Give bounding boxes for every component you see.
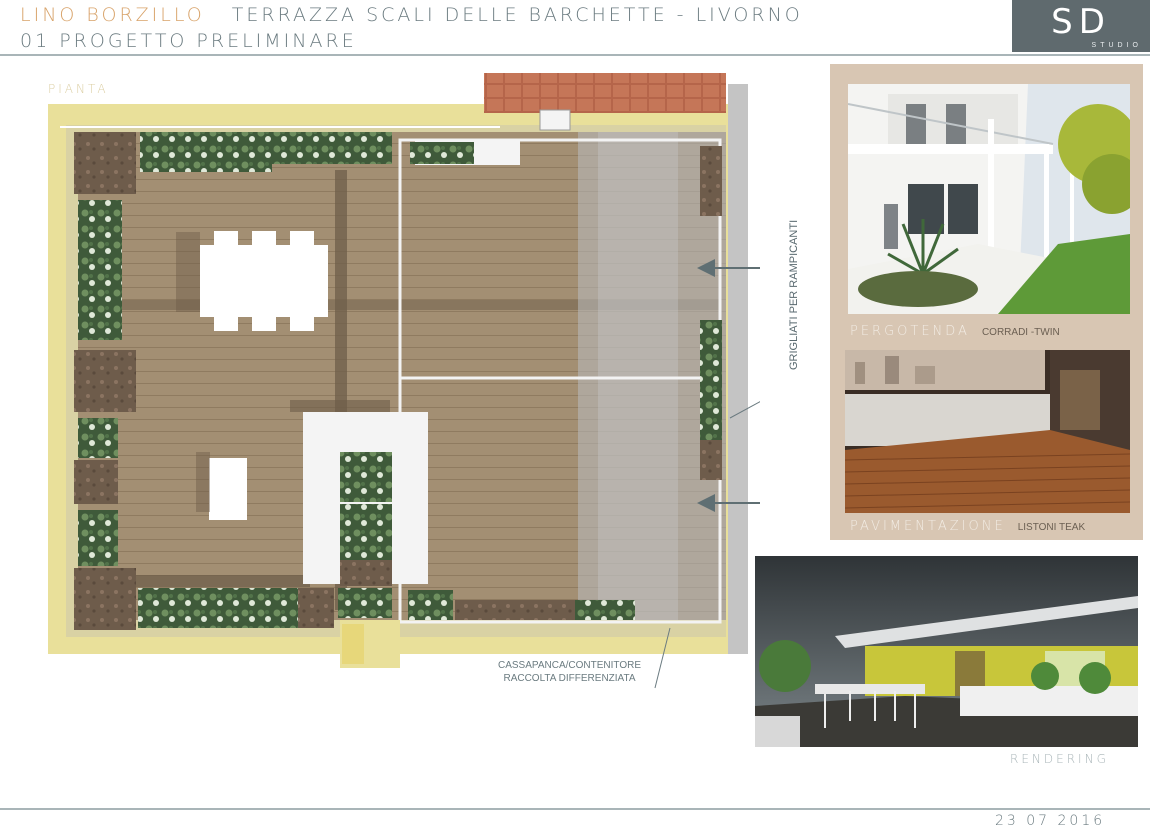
bench-annotation-line-2: RACCOLTA DIFFERENZIATA	[503, 673, 636, 684]
pergola-caption: PERGOTENDA CORRADI -TWIN	[850, 324, 1060, 339]
owner-name: LINO BORZILLO	[20, 4, 205, 26]
teak-floor-photo	[845, 350, 1130, 513]
building-edge	[728, 84, 748, 654]
flooring-caption: PAVIMENTAZIONE LISTONI TEAK	[850, 519, 1085, 534]
side-table	[209, 458, 247, 520]
studio-logo: SD STUDIO	[1012, 0, 1150, 52]
flooring-detail: LISTONI TEAK	[1017, 522, 1086, 533]
bench-annotation-line-1: CASSAPANCA/CONTENITORE	[498, 660, 641, 671]
floor-plan	[48, 73, 760, 689]
title-line-1: LINO BORZILLO TERRAZZA SCALI DELLE BARCH…	[20, 4, 803, 26]
pergola-detail: CORRADI -TWIN	[981, 327, 1060, 338]
project-location: TERRAZZA SCALI DELLE BARCHETTE - LIVORNO	[231, 4, 803, 26]
flooring-title: PAVIMENTAZIONE	[850, 519, 1006, 534]
bench-annotation: CASSAPANCA/CONTENITORE RACCOLTA DIFFEREN…	[498, 659, 641, 685]
roof-tiles	[484, 73, 726, 113]
logo-subtext: STUDIO	[1091, 42, 1142, 49]
logo-mark: SD	[1051, 2, 1111, 42]
planters-center	[340, 452, 392, 586]
header-divider	[0, 54, 1150, 56]
pergola-photo	[848, 84, 1130, 314]
rendering-image	[755, 556, 1138, 747]
pergola-title: PERGOTENDA	[850, 324, 970, 339]
rendering-label: RENDERING	[1010, 752, 1109, 766]
drawing-date: 23 07 2016	[995, 813, 1106, 829]
project-phase: 01 PROGETTO PRELIMINARE	[20, 30, 357, 52]
climbers-grid-annotation: GRIGLIATI PER RAMPICANTI	[788, 219, 800, 370]
dining-table	[200, 231, 328, 331]
footer-divider	[0, 808, 1150, 810]
